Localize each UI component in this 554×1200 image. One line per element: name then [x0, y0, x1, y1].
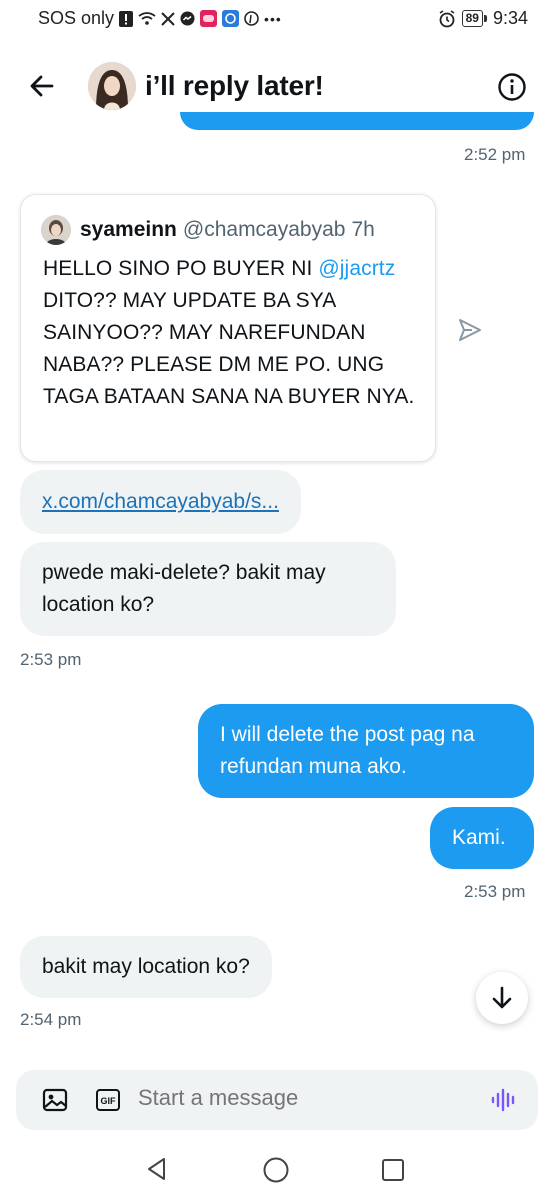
wifi-icon: [138, 11, 156, 26]
svg-text:GIF: GIF: [101, 1096, 117, 1106]
sync-app-icon: [222, 10, 240, 27]
outgoing-message[interactable]: I will delete the post pag na refundan m…: [198, 704, 534, 798]
outgoing-message-partial[interactable]: [180, 112, 534, 130]
battery-icon: 89: [461, 10, 487, 27]
more-notifications-icon: •••: [264, 10, 282, 27]
quoted-post-card[interactable]: syameinn @chamcayabyab 7h HELLO SINO PO …: [20, 194, 436, 462]
incoming-message[interactable]: bakit may location ko?: [20, 936, 272, 998]
scroll-down-icon: [492, 986, 512, 1009]
alert-icon: [119, 10, 134, 27]
back-arrow-icon[interactable]: [26, 70, 58, 102]
outgoing-message[interactable]: Kami.: [430, 807, 534, 869]
info-icon[interactable]: [497, 72, 527, 102]
status-bar: SOS only ••• 89 9:34: [0, 0, 554, 40]
message-composer: GIF: [16, 1070, 538, 1130]
share-icon[interactable]: [456, 316, 484, 344]
alarm-icon: [438, 9, 456, 28]
message-timestamp: 2:54 pm: [20, 1010, 82, 1029]
clock: 9:34: [492, 8, 528, 28]
quoted-post-text: HELLO SINO PO BUYER NI @jjacrtz DITO?? M…: [43, 257, 415, 408]
nav-home-icon[interactable]: [262, 1156, 290, 1189]
carrier-label: SOS only: [38, 8, 115, 28]
gif-icon[interactable]: GIF: [96, 1089, 120, 1111]
battery-level: 89: [461, 10, 483, 27]
x-app-icon: [161, 11, 175, 26]
app-notification-icon: [200, 10, 218, 27]
message-timestamp: 2:53 pm: [20, 650, 82, 669]
avatar[interactable]: [88, 62, 136, 110]
scroll-down-button[interactable]: [476, 972, 528, 1024]
message-link[interactable]: x.com/chamcayabyab/s...: [42, 490, 279, 513]
mention-link[interactable]: @jjacrtz: [318, 257, 395, 280]
image-icon[interactable]: [42, 1088, 68, 1112]
message-input[interactable]: [138, 1085, 458, 1111]
quoted-post-age: 7h: [351, 218, 375, 241]
incoming-link-message[interactable]: x.com/chamcayabyab/s...: [20, 470, 301, 534]
voice-icon[interactable]: [490, 1086, 518, 1114]
quoted-user-name: syameinn: [80, 218, 177, 241]
incoming-message[interactable]: pwede maki-delete? bakit may location ko…: [20, 542, 396, 636]
conversation-title[interactable]: i’ll reply later!: [145, 70, 324, 102]
quoted-user-handle: @chamcayabyab: [182, 218, 346, 241]
quoted-user-avatar: [41, 215, 71, 245]
nav-back-icon[interactable]: [144, 1156, 170, 1187]
system-navigation-bar: [0, 1140, 554, 1200]
message-timestamp: 2:53 pm: [464, 882, 526, 901]
nav-recent-icon[interactable]: [381, 1158, 405, 1187]
messenger-icon: [180, 11, 195, 26]
message-timestamp: 2:52 pm: [464, 145, 526, 164]
pinterest-icon: [244, 11, 259, 26]
